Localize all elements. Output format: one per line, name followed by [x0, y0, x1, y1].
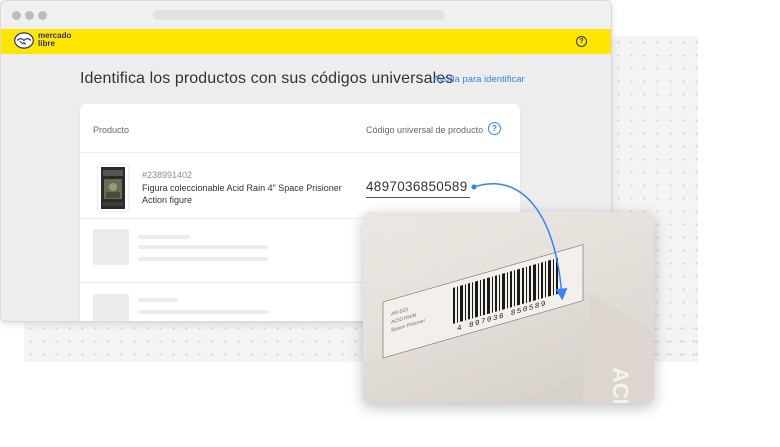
- page-title: Identifica los productos con sus códigos…: [80, 70, 454, 87]
- window-close-dot[interactable]: [12, 11, 21, 20]
- placeholder-line: [138, 298, 178, 302]
- box-side-text: ACID WO: [608, 367, 633, 403]
- table-divider: [80, 152, 520, 153]
- placeholder-line: [138, 257, 268, 261]
- logo-text: mercado libre: [38, 31, 72, 48]
- product-code-field[interactable]: 4897036850589: [366, 179, 468, 194]
- placeholder-line: [138, 245, 268, 249]
- window-minimize-dot[interactable]: [25, 11, 34, 20]
- column-header-product: Producto: [93, 125, 130, 135]
- placeholder-line: [138, 310, 268, 314]
- question-circle-icon[interactable]: ?: [576, 36, 587, 47]
- product-box-closeup: AR-023 ACID RAIN Space Prisoner 4 897036…: [363, 244, 654, 403]
- code-field-underline: [366, 197, 470, 198]
- placeholder-line: [138, 235, 190, 239]
- placeholder-thumbnail: [93, 294, 129, 321]
- mercado-libre-logo-icon[interactable]: [14, 32, 34, 49]
- browser-titlebar: [1, 1, 611, 29]
- barcode-zoom-photo: AR-023 ACID RAIN Space Prisoner 4 897036…: [363, 212, 654, 403]
- question-circle-icon[interactable]: ?: [488, 122, 501, 135]
- help-identify-link[interactable]: Ayuda para identificar: [433, 74, 525, 85]
- column-header-code: Código universal de producto: [366, 125, 484, 135]
- product-sku: #238991402: [142, 170, 193, 180]
- address-bar[interactable]: [153, 10, 445, 20]
- product-name: Figura coleccionable Acid Rain 4" Space …: [142, 183, 342, 205]
- product-thumbnail: [97, 164, 129, 212]
- site-header: mercado libre ?: [1, 29, 611, 54]
- placeholder-thumbnail: [93, 229, 129, 265]
- window-maximize-dot[interactable]: [38, 11, 47, 20]
